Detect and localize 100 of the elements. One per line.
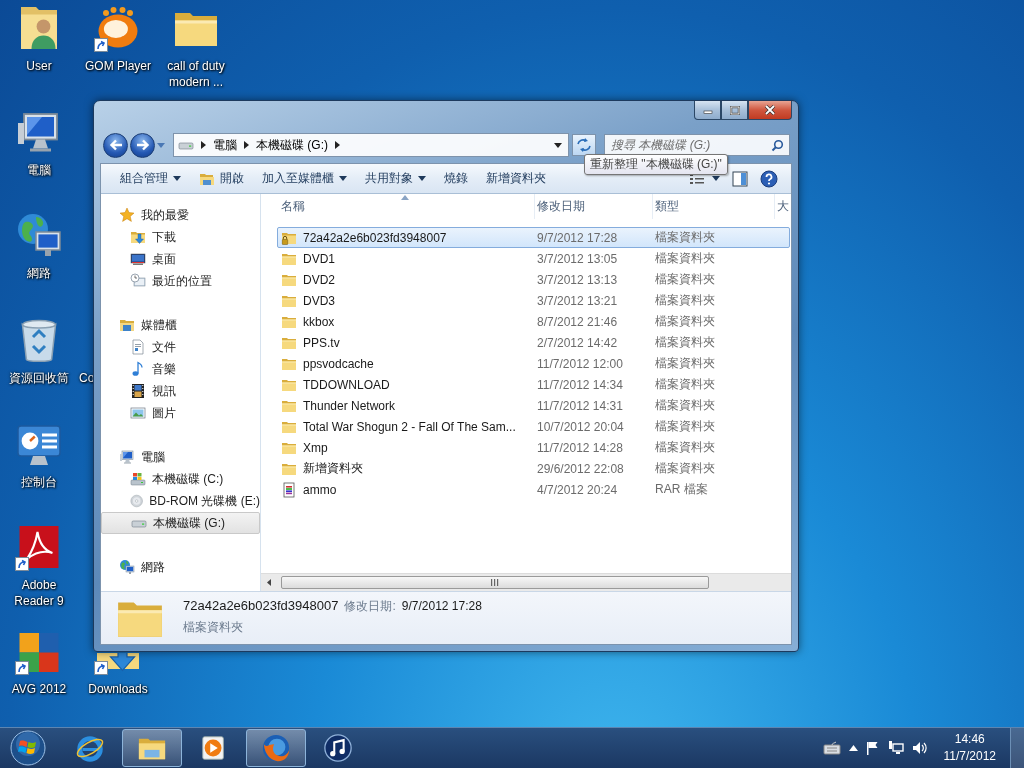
clock-time: 14:46: [954, 731, 985, 748]
help-button[interactable]: [757, 167, 781, 190]
download-folder-icon: [130, 229, 146, 245]
preview-pane-button[interactable]: [729, 168, 751, 189]
toolbar-button[interactable]: 共用對象: [356, 166, 435, 191]
sidebar-item[interactable]: 媒體櫃: [101, 314, 260, 336]
file-row[interactable]: DVD3 3/7/2012 13:21 檔案資料夾: [277, 290, 790, 311]
column-header[interactable]: 修改日期: [535, 194, 653, 219]
sidebar-item[interactable]: 本機磁碟 (C:): [101, 468, 260, 490]
horizontal-scrollbar[interactable]: [261, 573, 791, 591]
flag-icon[interactable]: [865, 741, 880, 755]
globe-monitor-icon: [119, 559, 135, 575]
breadcrumb-arrow-icon[interactable]: [335, 141, 340, 149]
help-icon: [760, 169, 778, 188]
file-row[interactable]: DVD1 3/7/2012 13:05 檔案資料夾: [277, 248, 790, 269]
sidebar-item[interactable]: 我的最愛: [101, 204, 260, 226]
file-row[interactable]: TDDOWNLOAD 11/7/2012 14:34 檔案資料夾: [277, 374, 790, 395]
search-icon[interactable]: [771, 139, 784, 152]
sidebar-item[interactable]: 視訊: [101, 380, 260, 402]
item-label: 本機磁碟 (C:): [152, 470, 224, 488]
column-header[interactable]: 類型: [653, 194, 775, 219]
tooltip: 重新整理 "本機磁碟 (G:)": [584, 154, 728, 175]
globe-monitor-icon[interactable]: [15, 211, 63, 259]
preview-pane-icon: [732, 170, 748, 187]
dropdown-caret-icon[interactable]: [554, 142, 562, 148]
icon-label[interactable]: Adobe Reader 9: [3, 577, 75, 609]
type-cell-text: 檔案資料夾: [654, 418, 716, 435]
item-label: 我的最愛: [141, 206, 189, 224]
date-cell-text: 2/7/2012 14:42: [536, 335, 619, 350]
close-button[interactable]: [748, 101, 792, 120]
toolbar-button[interactable]: 新增資料夾: [477, 166, 555, 191]
toolbar-button[interactable]: 加入至媒體櫃: [253, 166, 356, 191]
file-name: Thunder Network: [303, 398, 396, 413]
item-label: 本機磁碟 (G:): [153, 514, 225, 532]
refresh-icon: [576, 138, 592, 152]
sidebar-item[interactable]: 下載: [101, 226, 260, 248]
file-row[interactable]: ppsvodcache 11/7/2012 12:00 檔案資料夾: [277, 353, 790, 374]
breadcrumb-arrow-icon[interactable]: [244, 141, 249, 149]
sidebar-item[interactable]: 桌面: [101, 248, 260, 270]
sidebar-item[interactable]: 電腦: [101, 446, 260, 468]
toolbar-button[interactable]: 組合管理: [111, 166, 190, 191]
icon-label[interactable]: User: [3, 58, 75, 74]
icon-label[interactable]: 電腦: [3, 162, 75, 178]
icon-label[interactable]: 網路: [3, 265, 75, 281]
icon-label[interactable]: 資源回收筒: [3, 370, 75, 386]
sidebar-item[interactable]: 本機磁碟 (G:): [101, 512, 260, 534]
breadcrumb-item[interactable]: 本機磁碟 (G:): [256, 136, 328, 154]
breadcrumb-arrow-icon[interactable]: [201, 141, 206, 149]
show-hidden-icons-arrow-icon[interactable]: [848, 745, 858, 751]
date-cell-text: 3/7/2012 13:21: [536, 293, 619, 308]
clock[interactable]: 14:46 11/7/2012: [935, 731, 1002, 765]
file-row[interactable]: PPS.tv 2/7/2012 14:42 檔案資料夾: [277, 332, 790, 353]
type-cell-text: 檔案資料夾: [654, 355, 716, 372]
toolbar-button[interactable]: 燒錄: [435, 166, 477, 191]
file-name: kkbox: [303, 314, 335, 329]
toolbar-button[interactable]: 開啟: [190, 166, 253, 191]
minimize-button[interactable]: [694, 101, 721, 120]
file-row[interactable]: Thunder Network 11/7/2012 14:31 檔案資料夾: [277, 395, 790, 416]
icon-label[interactable]: GOM Player: [82, 58, 154, 74]
keyboard-icon[interactable]: [822, 741, 841, 755]
search-field[interactable]: 搜尋 本機磁碟 (G:): [604, 134, 790, 156]
type-cell-text: 檔案資料夾: [654, 250, 716, 267]
file-row[interactable]: Total War Shogun 2 - Fall Of The Sam... 10/7/2012 20:04 檔案資料夾: [277, 416, 790, 437]
file-row[interactable]: Xmp 11/7/2012 14:28 檔案資料夾: [277, 437, 790, 458]
forward-button[interactable]: [130, 132, 155, 158]
icon-label[interactable]: 控制台: [3, 474, 75, 490]
file-row[interactable]: 新增資料夾 29/6/2012 22:08 檔案資料夾: [277, 458, 790, 479]
close-icon: [764, 105, 776, 115]
grip-icon: [491, 579, 499, 586]
sidebar-item[interactable]: 網路: [101, 556, 260, 578]
file-name: 新增資料夾: [303, 460, 363, 477]
icon-label[interactable]: call of duty modern ...: [160, 58, 232, 90]
file-row[interactable]: DVD2 3/7/2012 13:13 檔案資料夾: [277, 269, 790, 290]
sidebar-item[interactable]: 最近的位置: [101, 270, 260, 292]
breadcrumb-item[interactable]: 電腦: [213, 136, 237, 154]
sidebar-item[interactable]: 圖片: [101, 402, 260, 424]
browser-icon: [75, 733, 105, 763]
column-header[interactable]: 大: [775, 194, 789, 219]
taskbar-button[interactable]: [122, 729, 182, 767]
date-cell-text: 11/7/2012 12:00: [536, 356, 624, 371]
date-cell-text: 3/7/2012 13:13: [536, 272, 619, 287]
scroll-left-icon[interactable]: [267, 579, 271, 586]
file-row[interactable]: kkbox 8/7/2012 21:46 檔案資料夾: [277, 311, 790, 332]
volume-icon[interactable]: [911, 740, 928, 756]
history-caret-icon[interactable]: [157, 142, 165, 148]
type-cell-text: 檔案資料夾: [654, 292, 716, 309]
scrollbar-thumb[interactable]: [281, 576, 709, 589]
type-cell-text: 檔案資料夾: [654, 271, 716, 288]
sidebar-item[interactable]: 文件: [101, 336, 260, 358]
network-icon[interactable]: [887, 740, 904, 756]
back-button[interactable]: [103, 132, 128, 158]
sidebar-item[interactable]: BD-ROM 光碟機 (E:): [101, 490, 260, 512]
file-row[interactable]: ammo 4/7/2012 20:24 RAR 檔案: [277, 479, 790, 500]
icon-label[interactable]: AVG 2012: [3, 681, 75, 697]
address-bar[interactable]: 電腦 本機磁碟 (G:): [173, 133, 569, 157]
refresh-button[interactable]: [572, 134, 596, 156]
file-row[interactable]: 72a42a2e6b023fd3948007 9/7/2012 17:28 檔案資料夾: [277, 227, 790, 248]
sidebar-item[interactable]: 音樂: [101, 358, 260, 380]
icon-label[interactable]: Downloads: [82, 681, 154, 697]
maximize-button[interactable]: [721, 101, 748, 120]
